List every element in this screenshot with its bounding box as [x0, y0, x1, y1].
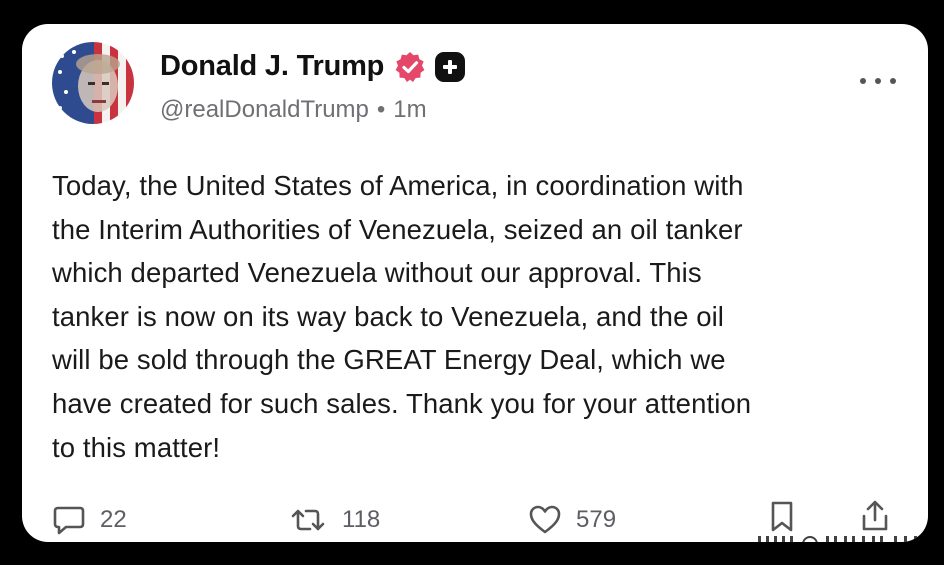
more-options-icon[interactable]	[860, 74, 896, 88]
reply-count: 22	[100, 506, 127, 533]
verified-badge-icon	[395, 51, 425, 82]
author-name-row: Donald J. Trump	[160, 50, 466, 83]
post-text-line: have created for such sales. Thank you f…	[52, 387, 752, 419]
repost-button[interactable]: 118	[288, 504, 380, 536]
post-time[interactable]: 1m	[393, 96, 426, 124]
repost-icon	[291, 509, 325, 531]
repost-count: 118	[342, 506, 381, 533]
bookmark-icon	[771, 501, 793, 532]
heart-icon	[529, 505, 561, 534]
plus-badge-icon	[435, 51, 466, 82]
bookmark-button[interactable]	[770, 500, 808, 534]
reply-icon	[53, 506, 85, 535]
post-text-line: will be sold through the GREAT Energy De…	[52, 344, 726, 376]
author-handle[interactable]: @realDonaldTrump	[160, 96, 369, 124]
watermark-overlay	[758, 536, 928, 542]
post-card: Donald J. Trump @realDonaldTrump • 1m To…	[22, 24, 928, 542]
post-text-line: to this matter!	[52, 431, 221, 463]
post-text-line: the Interim Authorities of Venezuela, se…	[52, 213, 743, 245]
post-body: Today, the United States of America, in …	[52, 164, 904, 469]
more-dot	[875, 78, 881, 84]
share-button[interactable]	[860, 498, 904, 534]
post-text-line: Today, the United States of America, in …	[52, 170, 744, 201]
post-text-line: which departed Venezuela without our app…	[52, 257, 702, 289]
share-icon	[862, 500, 888, 531]
avatar-image	[52, 42, 134, 124]
like-button[interactable]: 579	[528, 504, 616, 536]
post-text-line: tanker is now on its way back to Venezue…	[52, 300, 725, 332]
reply-button[interactable]: 22	[52, 504, 127, 536]
author-meta: @realDonaldTrump • 1m	[160, 96, 427, 124]
more-dot	[860, 78, 866, 84]
like-count: 579	[576, 506, 617, 533]
meta-separator: •	[376, 96, 386, 123]
author-display-name[interactable]: Donald J. Trump	[160, 50, 384, 83]
avatar[interactable]	[52, 42, 134, 124]
more-dot	[890, 78, 896, 84]
